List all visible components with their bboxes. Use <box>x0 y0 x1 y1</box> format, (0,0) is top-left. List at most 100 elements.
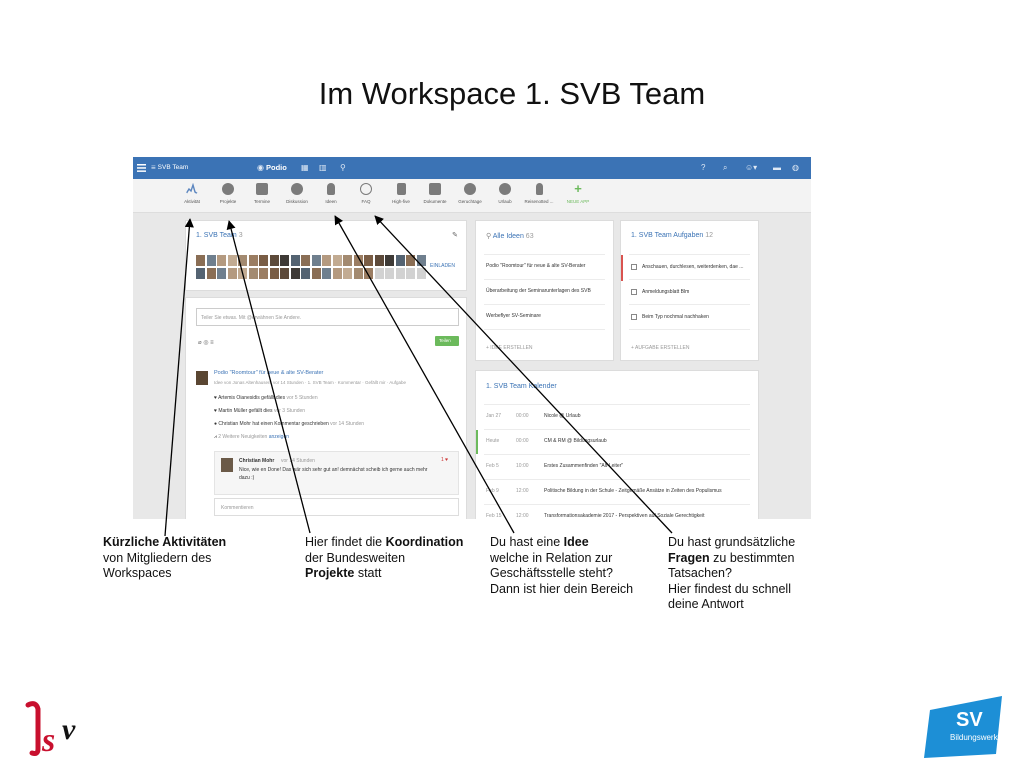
member-avatar[interactable] <box>406 255 415 266</box>
app-faq[interactable]: FAQ <box>350 183 382 204</box>
member-avatar[interactable] <box>374 268 384 279</box>
member-avatar[interactable] <box>353 255 363 266</box>
member-avatar[interactable] <box>280 255 289 266</box>
chat-icon[interactable]: ▬ <box>773 157 781 179</box>
member-avatar[interactable] <box>416 268 426 279</box>
member-avatar[interactable] <box>343 268 352 279</box>
pin-panel-icon[interactable]: ✎ <box>452 231 458 239</box>
task-item[interactable]: Beim Typ nochmal nachhaken <box>642 314 709 320</box>
event-title[interactable]: Nicole @ Urlaub <box>544 413 580 419</box>
idea-item[interactable]: Überarbeitung der Seminarunterlagen des … <box>486 288 591 294</box>
comment-input[interactable]: Kommentieren <box>214 498 459 516</box>
team-title[interactable]: 1. SVB Team 3 <box>196 232 243 239</box>
idea-item[interactable]: Werbeflyer SV-Seminare <box>486 313 541 319</box>
share-input[interactable]: Teiler Sie etwas. Mit @erwähnen Sie Ande… <box>196 308 459 326</box>
member-avatar[interactable] <box>406 268 415 279</box>
task-checkbox[interactable] <box>631 289 637 295</box>
member-avatar[interactable] <box>206 268 216 279</box>
app-high-five[interactable]: High-five <box>385 183 417 204</box>
task-checkbox[interactable] <box>631 264 637 270</box>
event-title[interactable]: Transformationsakademie 2017 - Perspekti… <box>544 513 704 519</box>
app-reisen[interactable]: Reisenotted ... <box>523 183 555 204</box>
member-avatar[interactable] <box>395 255 405 266</box>
show-more-link[interactable]: anzeigen <box>269 434 289 440</box>
member-avatar[interactable] <box>217 268 226 279</box>
invite-button[interactable]: EINLADEN <box>430 263 455 269</box>
member-avatar[interactable] <box>311 268 321 279</box>
member-avatar[interactable] <box>290 268 300 279</box>
event-title[interactable]: Politische Bildung in der Schule - Zeitg… <box>544 488 722 494</box>
notifications-icon[interactable]: ◍ <box>792 157 799 179</box>
member-avatar[interactable] <box>343 255 352 266</box>
member-avatar[interactable] <box>385 268 394 279</box>
member-avatar[interactable] <box>395 268 405 279</box>
search-icon[interactable]: ⌕ <box>723 157 727 179</box>
member-avatar[interactable] <box>311 255 321 266</box>
ideas-title[interactable]: ⚲ Alle Ideen 63 <box>486 232 534 240</box>
member-avatar[interactable] <box>290 255 300 266</box>
podio-logo[interactable]: ◉ Podio <box>257 157 287 179</box>
member-avatar[interactable] <box>364 255 373 266</box>
member-avatar[interactable] <box>248 255 258 266</box>
member-avatar[interactable] <box>196 255 205 266</box>
post-title[interactable]: Podio "Roomtour" für neue & alte SV-Bera… <box>214 370 323 376</box>
member-avatar[interactable] <box>227 255 237 266</box>
member-avatar[interactable] <box>248 268 258 279</box>
calendar-title[interactable]: 1. SVB Team Kalender <box>486 383 557 390</box>
share-button[interactable]: Teilen <box>435 336 459 346</box>
post-avatar[interactable] <box>196 371 208 385</box>
member-avatar[interactable] <box>227 268 237 279</box>
event-title[interactable]: CM & RM @ Bildungsurlaub <box>544 438 607 444</box>
member-avatar[interactable] <box>301 255 310 266</box>
member-avatar[interactable] <box>259 268 268 279</box>
create-idea-button[interactable]: + IDEE ERSTELLEN <box>486 345 533 351</box>
pin-icon[interactable]: ⚲ <box>340 157 346 179</box>
member-avatar[interactable] <box>416 255 426 266</box>
member-avatar[interactable] <box>322 255 331 266</box>
menu-icon[interactable] <box>137 157 146 179</box>
member-avatar[interactable] <box>238 268 247 279</box>
calendar-icon <box>256 183 268 195</box>
member-avatar[interactable] <box>332 268 342 279</box>
comment-like-count[interactable]: 1 ♥ <box>441 457 448 463</box>
member-avatar[interactable] <box>259 255 268 266</box>
idea-item[interactable]: Podio "Roomtour" für neue & alte SV-Bera… <box>486 263 585 269</box>
app-urlaub[interactable]: Urlaub <box>489 183 521 204</box>
app-dokumente[interactable]: Dokumente <box>419 183 451 204</box>
member-avatar[interactable] <box>238 255 247 266</box>
calendar-top-icon[interactable]: ▦ <box>301 157 309 179</box>
task-item[interactable]: Anschauen, durchlesen, weiterdenken, dae… <box>642 264 743 270</box>
workspace-name[interactable]: ≡ SVB Team <box>151 157 188 179</box>
app-geruchtage[interactable]: Geruchtage <box>454 183 486 204</box>
member-avatar[interactable] <box>206 255 216 266</box>
help-icon[interactable]: ? <box>701 157 705 179</box>
task-checkbox[interactable] <box>631 314 637 320</box>
create-task-button[interactable]: + AUFGABE ERSTELLEN <box>631 345 690 351</box>
comment-avatar[interactable] <box>221 458 233 472</box>
app-termine[interactable]: Termine <box>246 183 278 204</box>
app-diskussion[interactable]: Diskussion <box>281 183 313 204</box>
member-avatar[interactable] <box>332 255 342 266</box>
event-title[interactable]: Erstes Zusammenfinden "Alt-Leiter" <box>544 463 623 469</box>
member-avatar[interactable] <box>374 255 384 266</box>
attach-icon[interactable]: ⌀ ◎ ≡ <box>198 339 214 346</box>
member-avatar[interactable] <box>364 268 373 279</box>
member-avatar[interactable] <box>301 268 310 279</box>
app-aktivitaet[interactable]: Aktivität <box>176 183 208 204</box>
app-projekte[interactable]: Projekte <box>212 183 244 204</box>
app-ideen[interactable]: Ideen <box>315 183 347 204</box>
comment-author[interactable]: Christian Mohr <box>239 458 274 464</box>
task-item[interactable]: Anmeldungsblatt Blm <box>642 289 689 295</box>
member-avatar[interactable] <box>353 268 363 279</box>
user-add-icon[interactable]: ☺▾ <box>745 157 757 179</box>
member-avatar[interactable] <box>322 268 331 279</box>
member-avatar[interactable] <box>269 268 279 279</box>
member-avatar[interactable] <box>196 268 205 279</box>
member-avatar[interactable] <box>269 255 279 266</box>
member-avatar[interactable] <box>217 255 226 266</box>
new-app-button[interactable]: + NEUE APP <box>562 182 594 204</box>
columns-icon[interactable]: ▥ <box>319 157 327 179</box>
member-avatar[interactable] <box>280 268 289 279</box>
tasks-title[interactable]: 1. SVB Team Aufgaben 12 <box>631 232 713 239</box>
member-avatar[interactable] <box>385 255 394 266</box>
